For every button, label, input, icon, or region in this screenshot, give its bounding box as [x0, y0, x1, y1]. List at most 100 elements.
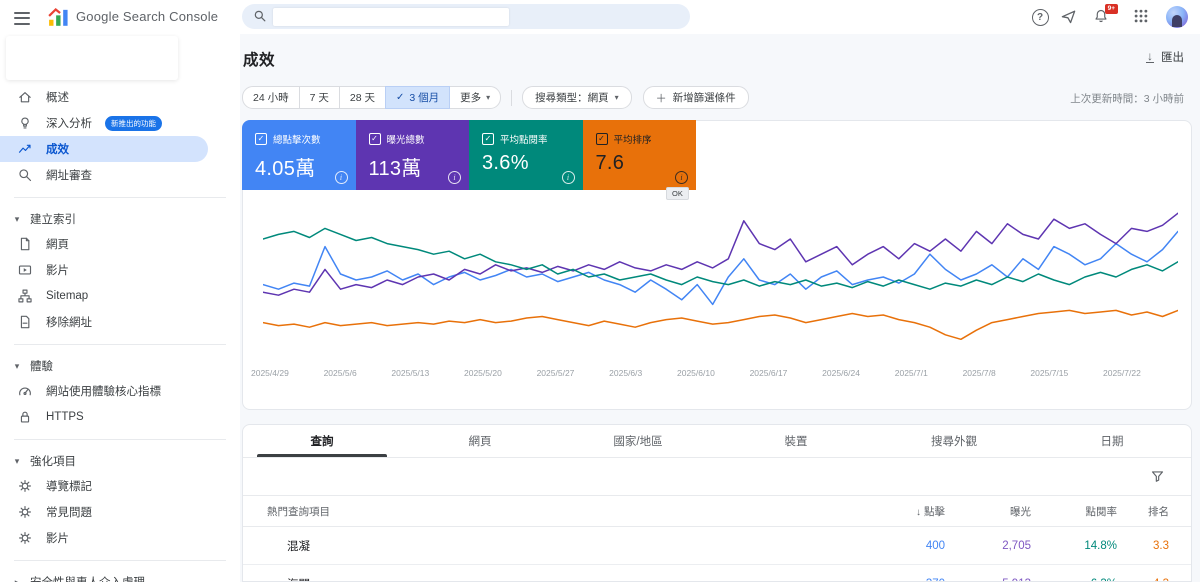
- metric-card[interactable]: ✓曝光總數 113萬 i: [356, 120, 470, 190]
- tab-網頁[interactable]: 網頁: [401, 425, 559, 457]
- date-range-button[interactable]: ✓3 個月: [385, 86, 450, 109]
- chevron-icon: ▾: [12, 456, 22, 467]
- filter-funnel-icon[interactable]: [1150, 469, 1165, 484]
- filter-separator: [511, 90, 512, 106]
- sidebar-item[interactable]: 網頁: [0, 231, 240, 257]
- sidebar-nav: 概述深入分析新推出的功能成效網址審查▾建立索引網頁影片Sitemap移除網址▾體…: [0, 84, 240, 582]
- sidebar-item-label: 導覽標記: [46, 478, 92, 494]
- metric-card-label: 平均點閱率: [500, 132, 548, 146]
- sidebar-section[interactable]: ▸ 安全性與專人介入處理: [0, 570, 240, 582]
- table-header-col[interactable]: ↓點擊: [867, 504, 953, 519]
- sidebar-item[interactable]: 移除網址: [0, 309, 240, 335]
- tab-國家/地區[interactable]: 國家/地區: [559, 425, 717, 457]
- sidebar-item[interactable]: 影片: [0, 257, 240, 283]
- apps-grid-icon[interactable]: [1133, 8, 1153, 28]
- filter-row: 24 小時7 天28 天✓3 個月更多▾ 搜尋類型：網頁 ▾ ＋ 新增篩選條件: [242, 86, 760, 109]
- new-filter-button[interactable]: ＋ 新增篩選條件: [643, 86, 749, 109]
- table-row[interactable]: 海關3705,9136.3%4.3: [243, 565, 1191, 582]
- sidebar-item[interactable]: 影片: [0, 525, 240, 551]
- sidebar-section[interactable]: ▾ 建立索引: [0, 207, 240, 231]
- metric-card[interactable]: ✓總點擊次數 4.05萬 i: [242, 120, 356, 190]
- info-icon[interactable]: i: [562, 171, 575, 184]
- page-title: 成效: [243, 48, 275, 70]
- checkbox-icon[interactable]: ✓: [482, 133, 494, 145]
- sidebar-item[interactable]: 常見問題: [0, 499, 240, 525]
- sidebar-section-label: 建立索引: [30, 211, 76, 227]
- date-range-button[interactable]: 24 小時: [242, 86, 300, 109]
- avatar[interactable]: [1166, 6, 1188, 28]
- tab-查詢[interactable]: 查詢: [243, 425, 401, 457]
- metric-card[interactable]: ✓平均點閱率 3.6% i: [469, 120, 583, 190]
- feedback-icon[interactable]: [1060, 8, 1080, 28]
- performance-chart-panel: ✓總點擊次數 4.05萬 i✓曝光總數 113萬 i✓平均點閱率 3.6% i✓…: [242, 120, 1192, 410]
- tab-裝置[interactable]: 裝置: [717, 425, 875, 457]
- export-button[interactable]: ↓ 匯出: [1146, 49, 1184, 65]
- table-header-col[interactable]: 排名: [1125, 504, 1191, 519]
- info-icon[interactable]: i: [448, 171, 461, 184]
- checkbox-icon[interactable]: ✓: [255, 133, 267, 145]
- table-toolbar: [243, 458, 1191, 495]
- sidebar-item-label: 網站使用體驗核心指標: [46, 383, 161, 399]
- inspect-icon: [17, 167, 33, 183]
- x-axis-tick-label: 2025/4/29: [251, 368, 289, 378]
- chevron-icon: ▸: [12, 577, 22, 582]
- checkbox-icon[interactable]: ✓: [369, 133, 381, 145]
- sidebar-section[interactable]: ▾ 體驗: [0, 354, 240, 378]
- metric-cell: 14.8%: [1039, 540, 1125, 552]
- property-selector-redacted[interactable]: [6, 36, 178, 80]
- metric-cell: 4.3: [1125, 578, 1191, 582]
- chevron-icon: ▾: [12, 214, 22, 225]
- tab-日期[interactable]: 日期: [1033, 425, 1191, 457]
- checkbox-icon[interactable]: ✓: [596, 133, 608, 145]
- sidebar-item[interactable]: 網址審查: [0, 162, 240, 188]
- help-icon[interactable]: ?: [1030, 7, 1050, 27]
- sidebar-section-label: 安全性與專人介入處理: [30, 574, 145, 582]
- x-axis-tick-label: 2025/6/24: [822, 368, 860, 378]
- metric-card[interactable]: ✓平均排序 7.6 i: [583, 120, 697, 190]
- x-axis-tick-label: 2025/5/6: [324, 368, 357, 378]
- sidebar-section[interactable]: ▾強化項目: [0, 449, 240, 473]
- sort-desc-icon: ↓: [916, 507, 921, 518]
- sidebar-item[interactable]: 導覽標記: [0, 473, 240, 499]
- sidebar-item-label: 成效: [46, 141, 69, 157]
- sidebar-item-label: 網頁: [46, 236, 69, 252]
- sidebar-section-label: 體驗: [30, 358, 53, 374]
- hamburger-menu-icon[interactable]: [12, 8, 32, 26]
- removal-icon: [17, 314, 33, 330]
- sidebar-item[interactable]: 成效: [0, 136, 208, 162]
- chevron-icon: ▾: [12, 361, 22, 372]
- x-axis-tick-label: 2025/6/10: [677, 368, 715, 378]
- info-icon[interactable]: i: [335, 171, 348, 184]
- date-range-button[interactable]: 7 天: [299, 86, 340, 109]
- sidebar-item[interactable]: 網站使用體驗核心指標: [0, 378, 240, 404]
- chart-x-axis-labels: 2025/4/292025/5/62025/5/132025/5/202025/…: [251, 368, 1141, 378]
- sidebar-item[interactable]: Sitemap: [0, 283, 240, 309]
- table-header-col[interactable]: 點閱率: [1039, 504, 1125, 519]
- sidebar-item[interactable]: HTTPS: [0, 404, 240, 430]
- metric-card-label: 曝光總數: [387, 132, 425, 146]
- metric-card-label: 總點擊次數: [273, 132, 321, 146]
- sidebar-item-label: 移除網址: [46, 314, 92, 330]
- search-input[interactable]: [275, 0, 429, 27]
- metric-cell: 2,705: [953, 540, 1039, 552]
- x-axis-tick-label: 2025/5/13: [391, 368, 429, 378]
- query-cell: 混凝: [243, 538, 867, 554]
- date-range-button[interactable]: 28 天: [339, 86, 386, 109]
- sidebar-item-label: 網址審查: [46, 167, 92, 183]
- notifications-icon[interactable]: 9+: [1093, 8, 1113, 28]
- sidebar-item[interactable]: 深入分析新推出的功能: [0, 110, 240, 136]
- search-type-button[interactable]: 搜尋類型：網頁 ▾: [522, 86, 632, 109]
- table-row[interactable]: 混凝4002,70514.8%3.3: [243, 527, 1191, 565]
- date-range-button[interactable]: 更多▾: [449, 86, 501, 109]
- x-axis-tick-label: 2025/5/27: [537, 368, 575, 378]
- tab-搜尋外觀[interactable]: 搜尋外觀: [875, 425, 1033, 457]
- sidebar-item[interactable]: 概述: [0, 84, 240, 110]
- sitemap-icon: [17, 288, 33, 304]
- sidebar-divider: [14, 344, 226, 345]
- cwv-icon: [17, 383, 33, 399]
- table-header-col[interactable]: 曝光: [953, 504, 1039, 519]
- dimensions-table-panel: 查詢網頁國家/地區裝置搜尋外觀日期 熱門查詢項目 ↓點擊曝光點閱率排名 混凝40…: [242, 424, 1192, 582]
- lightbulb-icon: [17, 115, 33, 131]
- metric-cell: 3.3: [1125, 540, 1191, 552]
- info-icon[interactable]: i: [675, 171, 688, 184]
